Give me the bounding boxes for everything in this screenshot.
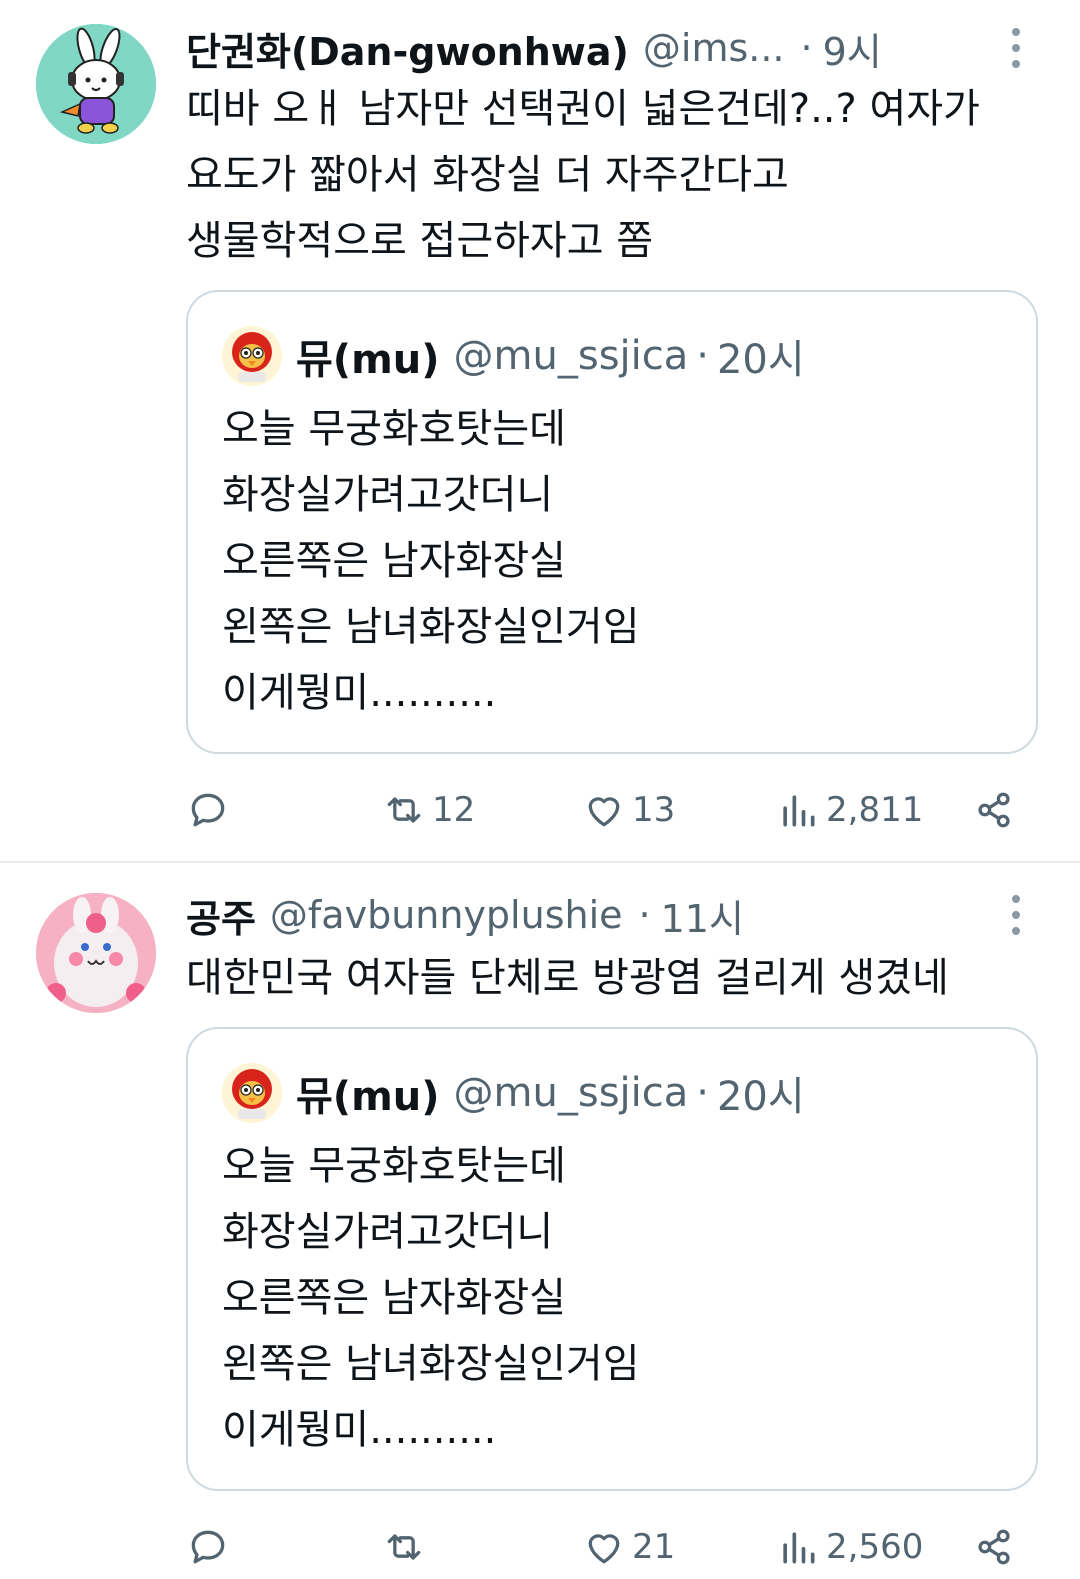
retweet-count: 12 (432, 790, 476, 830)
tweet-header: 공주 @favbunnyplushie · 11시 (186, 885, 1010, 945)
share-button[interactable] (972, 1515, 1016, 1579)
tweet-text-line: 띠바 오ㅐ 남자만 선택권이 넓은건데?..? 여자가 (186, 86, 980, 132)
quoted-author-handle: @mu_ssjica (453, 1070, 689, 1116)
share-icon (978, 1529, 1010, 1565)
reply-icon (191, 1530, 225, 1564)
more-icon[interactable] (1004, 18, 1028, 78)
quoted-text-line: 오늘 무궁화호탓는데 (222, 406, 566, 452)
like-button[interactable]: 21 (582, 1515, 675, 1579)
like-count: 21 (632, 1527, 676, 1567)
quoted-author-name: 뮤(mu) (296, 1074, 440, 1120)
tweet-actions: 12 13 2,811 (186, 778, 1038, 842)
quoted-text-line: 오른쪽은 남자화장실 (222, 1275, 566, 1321)
quoted-tweet-text: 오늘 무궁화호탓는데 화장실가려고갓더니 오른쪽은 남자화장실 왼쪽은 남녀화장… (222, 1133, 640, 1463)
quoted-author-handle: @mu_ssjica (453, 333, 689, 379)
tweet-actions: 21 2,560 (186, 1515, 1038, 1579)
bird-avatar-illustration (222, 326, 282, 386)
separator: · (696, 333, 709, 379)
like-button[interactable]: 13 (582, 778, 675, 842)
author-handle[interactable]: @favbunnyplushie (270, 893, 623, 937)
retweet-button[interactable]: 12 (382, 778, 475, 842)
quoted-timestamp: 20시 (716, 337, 805, 383)
views-button[interactable]: 2,811 (776, 778, 923, 842)
author-name[interactable]: 단권화(Dan-gwonhwa) (186, 21, 629, 76)
tweet[interactable]: 단권화(Dan-gwonhwa) @ims... · 9시 띠바 오ㅐ 남자만 … (0, 0, 1080, 862)
quoted-text-line: 이게뭥미.......... (222, 670, 497, 716)
more-icon[interactable] (1004, 885, 1028, 945)
separator: · (638, 893, 651, 937)
retweet-icon (387, 797, 421, 823)
quoted-tweet-header: 뮤(mu) @mu_ssjica · 20시 (222, 1061, 805, 1125)
avatar[interactable] (36, 24, 156, 144)
heart-icon (588, 797, 620, 827)
heart-icon (588, 1534, 620, 1564)
quoted-text-line: 이게뭥미.......... (222, 1407, 497, 1453)
timestamp[interactable]: 9시 (823, 21, 882, 76)
quoted-author-name: 뮤(mu) (296, 337, 440, 383)
quoted-text-line: 화장실가려고갓더니 (222, 1209, 554, 1255)
tweet-text: 대한민국 여자들 단체로 방광염 걸리게 생겼네 (186, 945, 1040, 1011)
tweet[interactable]: 공주 @favbunnyplushie · 11시 대한민국 여자들 단체로 방… (0, 863, 1080, 1576)
tweet-header: 단권화(Dan-gwonhwa) @ims... · 9시 (186, 18, 1010, 78)
retweet-button[interactable] (382, 1515, 432, 1579)
quoted-text-line: 왼쪽은 남녀화장실인거임 (222, 604, 640, 650)
views-button[interactable]: 2,560 (776, 1515, 923, 1579)
separator: · (696, 1070, 709, 1116)
quoted-text-line: 왼쪽은 남녀화장실인거임 (222, 1341, 640, 1387)
author-handle[interactable]: @ims... (643, 26, 785, 70)
quoted-timestamp: 20시 (716, 1074, 805, 1120)
reply-button[interactable] (186, 778, 236, 842)
author-name[interactable]: 공주 (186, 888, 256, 943)
timestamp[interactable]: 11시 (661, 888, 744, 943)
separator: · (800, 26, 813, 70)
share-button[interactable] (972, 778, 1016, 842)
avatar[interactable] (36, 893, 156, 1013)
quoted-avatar (222, 326, 282, 386)
views-icon (783, 1532, 815, 1564)
tweet-text: 띠바 오ㅐ 남자만 선택권이 넓은건데?..? 여자가 요도가 짧아서 화장실 … (186, 76, 1040, 274)
bunny-plush-avatar (36, 893, 156, 1013)
reply-icon (191, 793, 225, 827)
tweet-text-line: 요도가 짧아서 화장실 더 자주간다고 (186, 152, 789, 198)
bunny-avatar-illustration (36, 24, 156, 144)
views-icon (783, 795, 815, 827)
share-icon (978, 792, 1010, 828)
reply-button[interactable] (186, 1515, 236, 1579)
quoted-text-line: 오늘 무궁화호탓는데 (222, 1143, 566, 1189)
quoted-text-line: 오른쪽은 남자화장실 (222, 538, 566, 584)
quoted-tweet-text: 오늘 무궁화호탓는데 화장실가려고갓더니 오른쪽은 남자화장실 왼쪽은 남녀화장… (222, 396, 640, 726)
quoted-tweet[interactable]: 뮤(mu) @mu_ssjica · 20시 오늘 무궁화호탓는데 화장실가려고… (186, 290, 1038, 754)
bird-avatar-illustration (222, 1063, 282, 1123)
view-count: 2,811 (826, 790, 924, 830)
tweet-text-line: 생물학적으로 접근하자고 쫌 (186, 218, 654, 264)
quoted-text-line: 화장실가려고갓더니 (222, 472, 554, 518)
like-count: 13 (632, 790, 676, 830)
view-count: 2,560 (826, 1527, 924, 1567)
quoted-avatar (222, 1063, 282, 1123)
quoted-tweet[interactable]: 뮤(mu) @mu_ssjica · 20시 오늘 무궁화호탓는데 화장실가려고… (186, 1027, 1038, 1491)
retweet-icon (387, 1534, 421, 1560)
tweet-text-line: 대한민국 여자들 단체로 방광염 걸리게 생겼네 (186, 955, 949, 1001)
quoted-tweet-header: 뮤(mu) @mu_ssjica · 20시 (222, 324, 805, 388)
